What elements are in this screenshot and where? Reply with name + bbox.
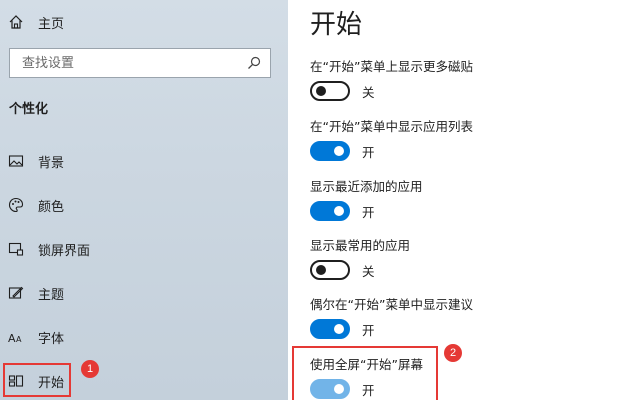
sidebar-item-colors[interactable]: 颜色	[0, 187, 288, 223]
home-nav-item[interactable]: 主页	[8, 10, 64, 34]
sidebar: 主页 个性化 背景 颜色 锁屏界面	[0, 0, 288, 400]
setting-label-full-screen-start: 使用全屏“开始”屏幕	[310, 357, 423, 372]
setting-label-app-list: 在“开始”菜单中显示应用列表	[310, 119, 473, 134]
sidebar-item-fonts[interactable]: AA 字体	[0, 319, 288, 355]
svg-text:A: A	[8, 332, 16, 345]
setting-row-most-used: 关	[310, 259, 375, 281]
search-box[interactable]	[9, 48, 271, 78]
setting-row-full-screen-start: 开	[310, 378, 375, 400]
main-panel: 开始 在“开始”菜单上显示更多磁贴 关 在“开始”菜单中显示应用列表 开 显示最…	[288, 0, 630, 400]
setting-label-suggestions: 偶尔在“开始”菜单中显示建议	[310, 297, 473, 312]
toggle-state-label: 关	[362, 84, 375, 100]
search-input[interactable]	[20, 54, 246, 72]
toggle-app-list[interactable]	[310, 141, 350, 161]
setting-row-suggestions: 开	[310, 318, 375, 340]
toggle-knob	[334, 146, 344, 156]
font-icon: AA	[8, 329, 24, 345]
toggle-state-label: 开	[362, 144, 375, 160]
annotation-badge-2: 2	[444, 344, 462, 362]
home-label: 主页	[38, 16, 65, 32]
sidebar-item-label: 颜色	[38, 199, 65, 215]
sidebar-item-label: 锁屏界面	[38, 243, 91, 259]
palette-icon	[8, 197, 24, 213]
toggle-recently-added[interactable]	[310, 201, 350, 221]
toggle-most-used[interactable]	[310, 260, 350, 280]
toggle-knob	[334, 206, 344, 216]
setting-label-most-used: 显示最常用的应用	[310, 238, 411, 253]
sidebar-item-lock-screen[interactable]: 锁屏界面	[0, 231, 288, 267]
section-title: 个性化	[9, 102, 49, 117]
search-icon[interactable]	[246, 55, 262, 71]
toggle-state-label: 开	[362, 382, 375, 398]
toggle-suggestions[interactable]	[310, 319, 350, 339]
lock-screen-icon	[8, 241, 24, 257]
annotation-highlight-box	[3, 363, 71, 397]
sidebar-item-background[interactable]: 背景	[0, 143, 288, 179]
toggle-knob	[316, 86, 326, 96]
toggle-state-label: 开	[362, 322, 375, 338]
settings-window: 主页 个性化 背景 颜色 锁屏界面	[0, 0, 630, 400]
setting-row-app-list: 开	[310, 140, 375, 162]
sidebar-item-themes[interactable]: 主题	[0, 275, 288, 311]
page-title: 开始	[310, 10, 363, 40]
theme-brush-icon	[8, 285, 24, 301]
toggle-more-tiles[interactable]	[310, 81, 350, 101]
annotation-badge-1: 1	[81, 360, 99, 378]
toggle-state-label: 开	[362, 204, 375, 220]
svg-text:A: A	[16, 335, 22, 344]
picture-icon	[8, 153, 24, 169]
setting-label-more-tiles: 在“开始”菜单上显示更多磁贴	[310, 59, 473, 74]
sidebar-item-label: 背景	[38, 155, 65, 171]
toggle-full-screen-start[interactable]	[310, 379, 350, 399]
setting-row-recently-added: 开	[310, 200, 375, 222]
home-icon	[8, 14, 24, 30]
toggle-knob	[316, 265, 326, 275]
toggle-state-label: 关	[362, 263, 375, 279]
sidebar-item-start[interactable]: 开始	[0, 363, 288, 399]
setting-row-more-tiles: 关	[310, 80, 375, 102]
setting-label-recently-added: 显示最近添加的应用	[310, 179, 423, 194]
toggle-knob	[334, 384, 344, 394]
toggle-knob	[334, 324, 344, 334]
sidebar-item-label: 主题	[38, 287, 65, 303]
sidebar-item-label: 字体	[38, 331, 65, 347]
